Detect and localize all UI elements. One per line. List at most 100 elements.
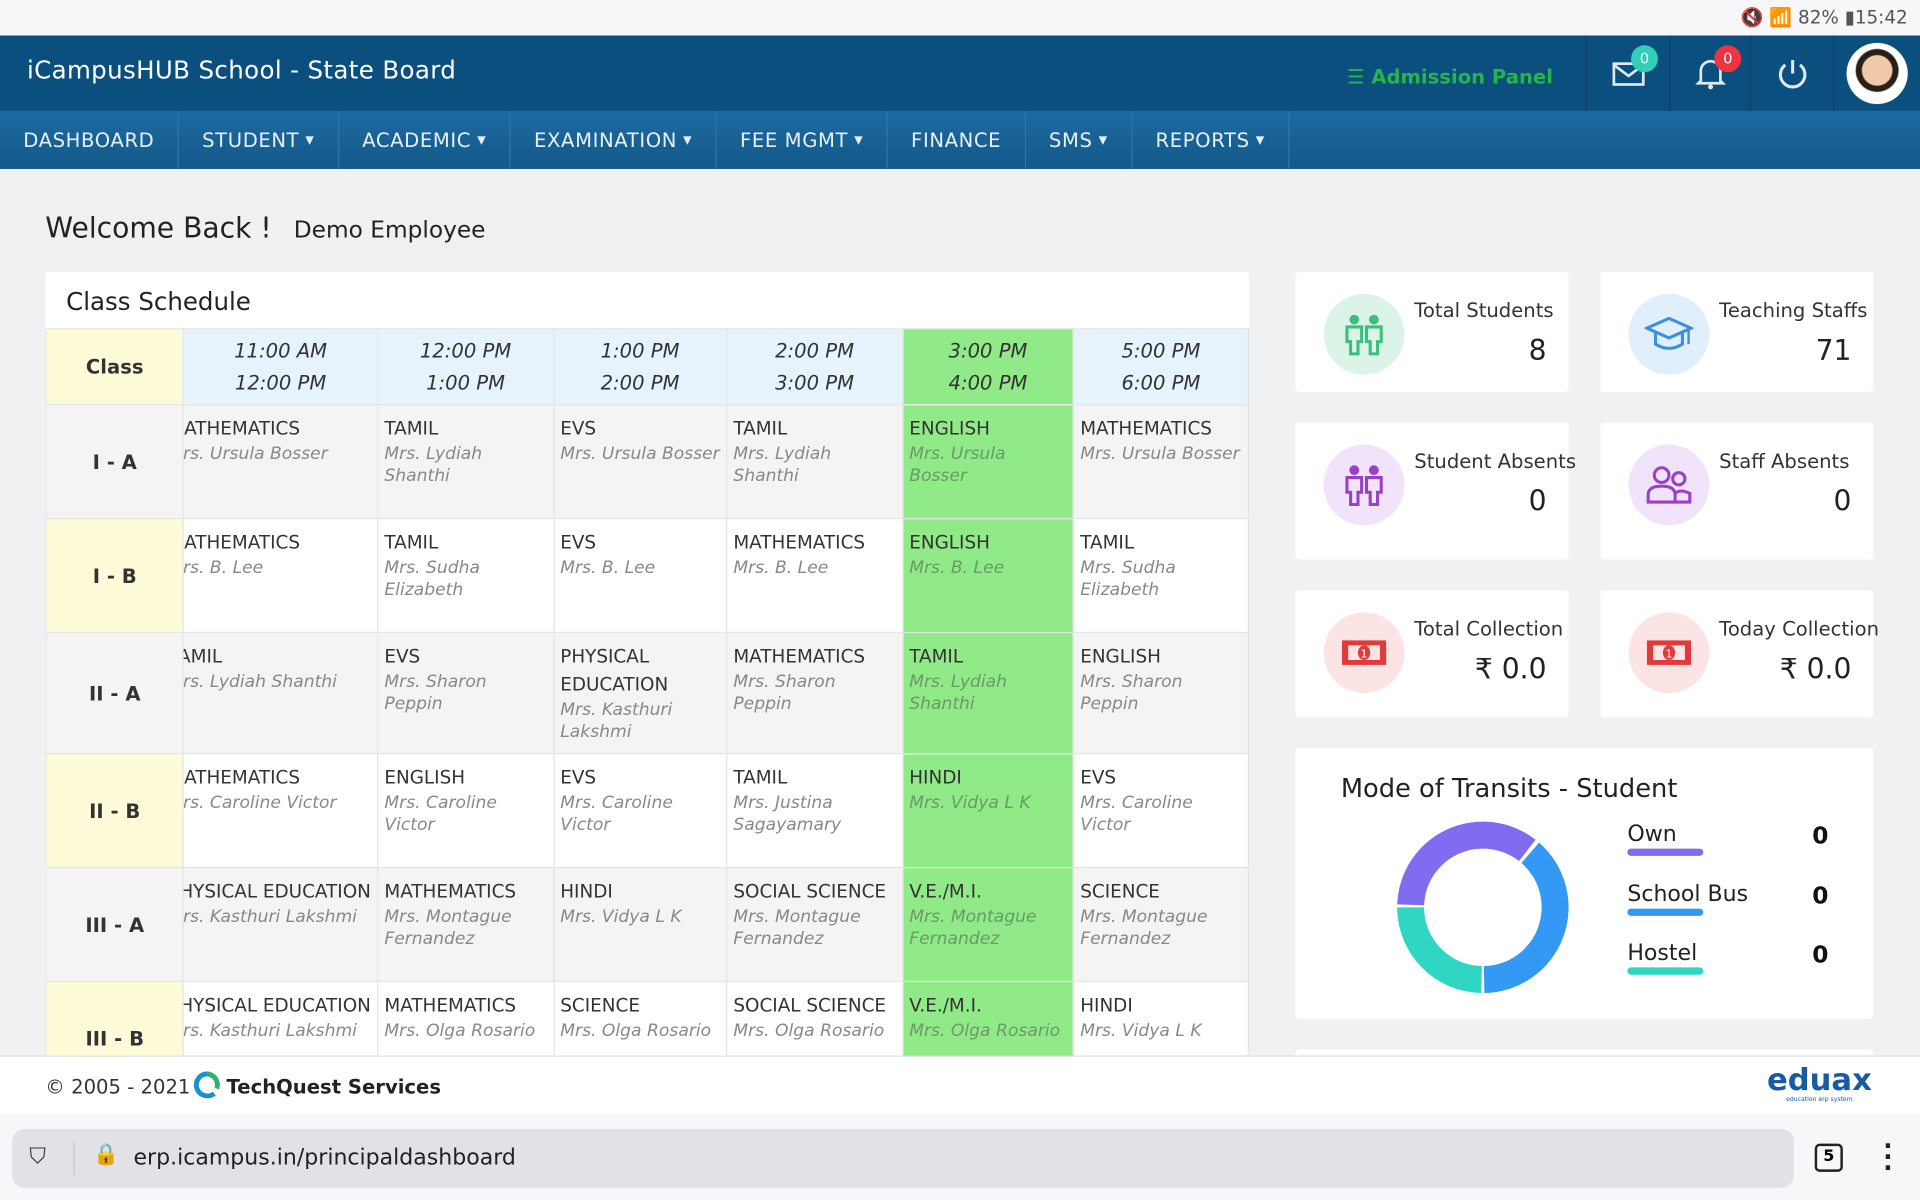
schedule-cell[interactable]: MATHEMATICS Mrs. Ursula Bosser xyxy=(1072,404,1249,520)
teacher: Mrs. Caroline Victor xyxy=(1080,793,1193,836)
subject: SCIENCE xyxy=(560,994,640,1017)
url-text[interactable]: erp.icampus.in/principaldashboard xyxy=(133,1145,515,1171)
nav-item-sms[interactable]: SMS ▼ xyxy=(1026,111,1133,169)
schedule-cell[interactable]: HINDI Mrs. Vidya L K xyxy=(901,753,1075,869)
stat-card-teaching-staffs[interactable]: Teaching Staffs 71 xyxy=(1600,271,1874,392)
money-icon: 1 xyxy=(1323,612,1405,694)
subject: MATHEMATICS xyxy=(384,994,517,1017)
schedule-cell[interactable]: HINDI Mrs. Vidya L K xyxy=(552,866,728,983)
eduax-logo-text: eduax xyxy=(1766,1061,1872,1098)
schedule-cell[interactable]: MATHEMATICS Mrs. Olga Rosario xyxy=(377,980,555,1056)
subject: MATHEMATICS xyxy=(184,766,300,789)
teacher: Mrs. Montague Fernandez xyxy=(1080,907,1208,949)
schedule-cell[interactable]: PHYSICAL EDUCATION Mrs. Kasthuri Lakshmi xyxy=(552,631,728,755)
address-bar[interactable]: ⛉ 🔒 erp.icampus.in/principaldashboard xyxy=(12,1128,1794,1188)
schedule-cell[interactable]: V.E./M.I. Mrs. Montague Fernandez xyxy=(901,866,1075,983)
donut-slice-school-bus[interactable] xyxy=(1483,842,1569,994)
schedule-cell[interactable]: ENGLISH Mrs. Ursula Bosser xyxy=(901,404,1075,520)
subject: TAMIL xyxy=(1080,531,1135,554)
teacher: Mrs. Lydiah Shanthi xyxy=(183,672,337,692)
stat-card-staff-absents[interactable]: Staff Absents 0 xyxy=(1600,422,1874,560)
nav-item-dashboard[interactable]: DASHBOARD xyxy=(0,111,179,169)
teacher: Mrs. Ursula Bosser xyxy=(183,444,328,465)
subject: TAMIL xyxy=(909,645,964,668)
schedule-cell[interactable]: TAMIL Mrs. Lydiah Shanthi xyxy=(377,404,555,520)
nav-item-fee-mgmt[interactable]: FEE MGMT ▼ xyxy=(717,111,888,169)
schedule-cell[interactable]: SOCIAL SCIENCE Mrs. Olga Rosario xyxy=(725,980,904,1056)
messages-button[interactable]: 0 xyxy=(1585,35,1669,112)
stat-card-total-students[interactable]: Total Students 8 xyxy=(1295,271,1569,392)
schedule-cell[interactable]: HINDI Mrs. Vidya L K xyxy=(1072,980,1249,1056)
teacher: Mrs. Sharon Peppin xyxy=(384,672,487,714)
schedule-cell[interactable]: PHYSICAL EDUCATION Mrs. Kasthuri Lakshmi xyxy=(182,866,379,983)
teacher: Mrs. Caroline Victor xyxy=(183,793,337,814)
schedule-cell[interactable]: TAMIL Mrs. Lydiah Shanthi xyxy=(901,631,1075,755)
logout-button[interactable] xyxy=(1749,35,1833,112)
stat-card-student-absents[interactable]: Student Absents 0 xyxy=(1295,422,1576,560)
subject: ENGLISH xyxy=(909,417,990,440)
schedule-cell[interactable]: ENGLISH Mrs. Sharon Peppin xyxy=(1072,631,1249,755)
schedule-cell[interactable]: SCIENCE Mrs. Olga Rosario xyxy=(552,980,728,1056)
students-icon xyxy=(1323,444,1405,526)
screen: 🔇 📶 82% ▮15:42 iCampusHUB School - State… xyxy=(0,0,1920,1200)
schedule-cell[interactable]: EVS Mrs. Ursula Bosser xyxy=(552,404,728,520)
list-icon: ☰ xyxy=(1346,64,1372,89)
nav-item-examination[interactable]: EXAMINATION ▼ xyxy=(511,111,717,169)
schedule-cell[interactable]: EVS Mrs. Caroline Victor xyxy=(552,753,728,869)
legend-item[interactable]: Own xyxy=(1627,822,1704,856)
slot-end: 4:00 PM xyxy=(948,371,1028,395)
schedule-cell[interactable]: EVS Mrs. Caroline Victor xyxy=(1072,753,1249,869)
schedule-cell[interactable]: EVS Mrs. Sharon Peppin xyxy=(377,631,555,755)
schedule-cell[interactable]: EVS Mrs. B. Lee xyxy=(552,517,728,634)
stat-card-today-collection[interactable]: 1 Today Collection ₹ 0.0 xyxy=(1600,590,1879,718)
schedule-cell[interactable]: MATHEMATICS Mrs. Montague Fernandez xyxy=(377,866,555,983)
schedule-cell[interactable]: TAMIL Mrs. Sudha Elizabeth xyxy=(377,517,555,634)
donut-slice-hostel[interactable] xyxy=(1397,907,1482,994)
teacher: Mrs. Montague Fernandez xyxy=(384,907,512,949)
techquest-logo[interactable]: TechQuest Services xyxy=(192,1070,441,1102)
nav-item-reports[interactable]: REPORTS ▼ xyxy=(1132,111,1290,169)
schedule-cell[interactable]: ENGLISH Mrs. Caroline Victor xyxy=(377,753,555,869)
schedule-cell[interactable]: PHYSICAL EDUCATION Mrs. Kasthuri Lakshmi xyxy=(182,980,379,1056)
schedule-cell[interactable]: MATHEMATICS Mrs. B. Lee xyxy=(182,517,379,634)
profile-button[interactable] xyxy=(1833,35,1920,112)
nav-item-academic[interactable]: ACADEMIC ▼ xyxy=(339,111,511,169)
stat-value: 0 xyxy=(1833,486,1852,518)
lock-icon[interactable]: 🔒 xyxy=(93,1142,119,1166)
slot-end: 6:00 PM xyxy=(1121,371,1201,395)
schedule-cell[interactable]: TAMIL Mrs. Justina Sagayamary xyxy=(725,753,904,869)
schedule-cell[interactable]: MATHEMATICS Mrs. B. Lee xyxy=(725,517,904,634)
legend-item[interactable]: School Bus xyxy=(1627,882,1748,916)
schedule-cell[interactable]: SOCIAL SCIENCE Mrs. Montague Fernandez xyxy=(725,866,904,983)
transit-mode-card: Mode of Transits - Student Own 0 School Bu… xyxy=(1295,748,1874,1019)
schedule-cell[interactable]: ENGLISH Mrs. B. Lee xyxy=(901,517,1075,634)
schedule-table[interactable]: Class 11:00 AM 12:00 PM 12:00 PM 1:00 PM 1:00… xyxy=(45,328,1249,1056)
slot-end: 2:00 PM xyxy=(600,371,680,395)
admission-panel-link[interactable]: ☰ Admission Panel xyxy=(1347,65,1553,88)
tabs-button[interactable]: 5 xyxy=(1814,1143,1843,1172)
shield-icon[interactable]: ⛉ xyxy=(29,1144,46,1170)
app-title[interactable]: iCampusHUB School - State Board xyxy=(27,55,456,84)
schedule-cell[interactable]: MATHEMATICS Mrs. Sharon Peppin xyxy=(725,631,904,755)
subject: HINDI xyxy=(909,766,962,789)
notifications-button[interactable]: 0 xyxy=(1668,35,1750,112)
schedule-cell[interactable]: MATHEMATICS Mrs. Caroline Victor xyxy=(182,753,379,869)
nav-item-student[interactable]: STUDENT ▼ xyxy=(179,111,339,169)
stat-card-total-collection[interactable]: 1 Total Collection ₹ 0.0 xyxy=(1295,590,1569,718)
status-bar: 🔇 📶 82% ▮15:42 xyxy=(0,0,1920,36)
schedule-cell[interactable]: MATHEMATICS Mrs. Ursula Bosser xyxy=(182,404,379,520)
subject: EVS xyxy=(560,766,597,789)
legend-item[interactable]: Hostel xyxy=(1627,940,1704,975)
stat-value: ₹ 0.0 xyxy=(1779,653,1852,686)
schedule-cell[interactable]: TAMIL Mrs. Lydiah Shanthi xyxy=(725,404,904,520)
donut-slice-own[interactable] xyxy=(1397,821,1536,906)
teacher: Mrs. Justina Sagayamary xyxy=(733,793,842,836)
schedule-cell[interactable]: SCIENCE Mrs. Montague Fernandez xyxy=(1072,866,1249,983)
nav-label: SMS xyxy=(1048,128,1093,152)
teacher: Mrs. Olga Rosario xyxy=(560,1021,712,1041)
schedule-cell[interactable]: V.E./M.I. Mrs. Olga Rosario xyxy=(901,980,1075,1056)
schedule-cell[interactable]: TAMIL Mrs. Sudha Elizabeth xyxy=(1072,517,1249,634)
schedule-cell[interactable]: TAMIL Mrs. Lydiah Shanthi xyxy=(182,631,379,755)
nav-item-finance[interactable]: FINANCE xyxy=(888,111,1026,169)
more-menu-icon[interactable]: · · · xyxy=(1883,1134,1892,1181)
